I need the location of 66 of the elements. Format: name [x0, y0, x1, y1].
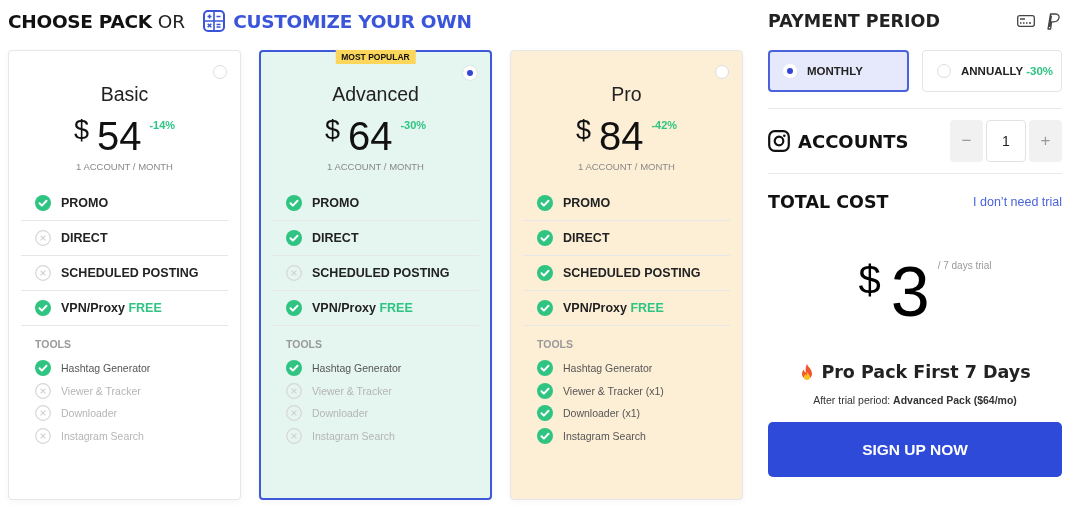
- tool-label: Downloader (x1): [563, 407, 641, 420]
- trial-note: / 7 days trial: [937, 260, 992, 271]
- tool-label: Instagram Search: [61, 429, 144, 442]
- feature-label: PROMO: [312, 196, 360, 210]
- accounts-field[interactable]: 1: [986, 120, 1026, 162]
- feature-label: DIRECT: [563, 231, 610, 245]
- feature-label: SCHEDULED POSTING: [563, 266, 701, 280]
- section-title: PAYMENT PERIOD: [768, 11, 940, 31]
- customize-link[interactable]: CUSTOMIZE YOUR OWN: [203, 10, 472, 32]
- total-cost-heading: TOTAL COST: [768, 192, 889, 212]
- tool-label: Downloader: [61, 407, 118, 420]
- currency-sign: $: [73, 115, 89, 145]
- card-icon: [1017, 15, 1035, 27]
- trial-price: 3: [890, 256, 930, 328]
- plan-name: Basic: [99, 82, 150, 107]
- billing-unit: 1 ACCOUNT / MONTH: [75, 161, 174, 172]
- feature-label: DIRECT: [61, 231, 108, 245]
- radio-button[interactable]: [715, 65, 729, 79]
- sign-up-button[interactable]: SIGN UP NOW: [768, 422, 1062, 477]
- feature-label: VPN/Proxy FREE: [61, 301, 162, 315]
- period-option[interactable]: ANNUALLY -30%: [922, 50, 1062, 92]
- tool-label: Downloader: [312, 407, 369, 420]
- currency-sign: $: [575, 115, 591, 145]
- currency-sign: $: [324, 115, 340, 145]
- plan-name: Pro: [610, 82, 643, 107]
- tool-label: Viewer & Tracker (x1): [563, 384, 664, 397]
- radio-button[interactable]: [213, 65, 227, 79]
- tool-label: Hashtag Generator: [61, 362, 151, 375]
- popular-badge: MOST POPULAR: [335, 50, 416, 64]
- tool-label: Hashtag Generator: [563, 362, 653, 375]
- or-text: OR: [157, 10, 186, 32]
- plan-price: 64: [347, 115, 393, 157]
- plan-price: 54: [96, 115, 142, 157]
- tool-label: Instagram Search: [312, 429, 395, 442]
- tool-label: Viewer & Tracker: [312, 384, 392, 397]
- feature-label: SCHEDULED POSTING: [312, 266, 450, 280]
- discount-label: -14%: [149, 119, 176, 131]
- feature-label: DIRECT: [312, 231, 359, 245]
- discount-label: -42%: [651, 119, 678, 131]
- period-option[interactable]: MONTHLY: [768, 50, 909, 92]
- billing-unit: 1 ACCOUNT / MONTH: [577, 161, 676, 172]
- discount-label: -30%: [400, 119, 427, 131]
- skip-trial-link[interactable]: I don’t need trial: [973, 195, 1062, 209]
- offer-title: Pro Pack First 7 Days: [821, 362, 1031, 382]
- feature-label: PROMO: [61, 196, 109, 210]
- tool-label: Instagram Search: [563, 429, 646, 442]
- currency-sign: $: [858, 258, 881, 303]
- feature-label: SCHEDULED POSTING: [61, 266, 199, 280]
- section-title: CHOOSE PACK: [8, 10, 152, 32]
- feature-label: VPN/Proxy FREE: [563, 301, 664, 315]
- tools-heading: TOOLS: [286, 338, 323, 350]
- accounts-label: ACCOUNTS: [798, 130, 909, 152]
- feature-label: VPN/Proxy FREE: [312, 301, 413, 315]
- tool-label: Viewer & Tracker: [61, 384, 141, 397]
- radio-button[interactable]: [463, 66, 477, 80]
- billing-unit: 1 ACCOUNT / MONTH: [326, 161, 425, 172]
- paypal-icon: [1045, 12, 1060, 30]
- plan-name: Advanced: [331, 82, 420, 107]
- calculator-icon: [203, 10, 226, 32]
- tools-heading: TOOLS: [35, 338, 72, 350]
- after-trial-text: After trial period: Advanced Pack ($64/mo): [812, 394, 1018, 406]
- tool-label: Hashtag Generator: [312, 362, 402, 375]
- plan-price: 84: [598, 115, 644, 157]
- tools-heading: TOOLS: [537, 338, 574, 350]
- feature-label: PROMO: [563, 196, 611, 210]
- instagram-icon: [768, 130, 790, 152]
